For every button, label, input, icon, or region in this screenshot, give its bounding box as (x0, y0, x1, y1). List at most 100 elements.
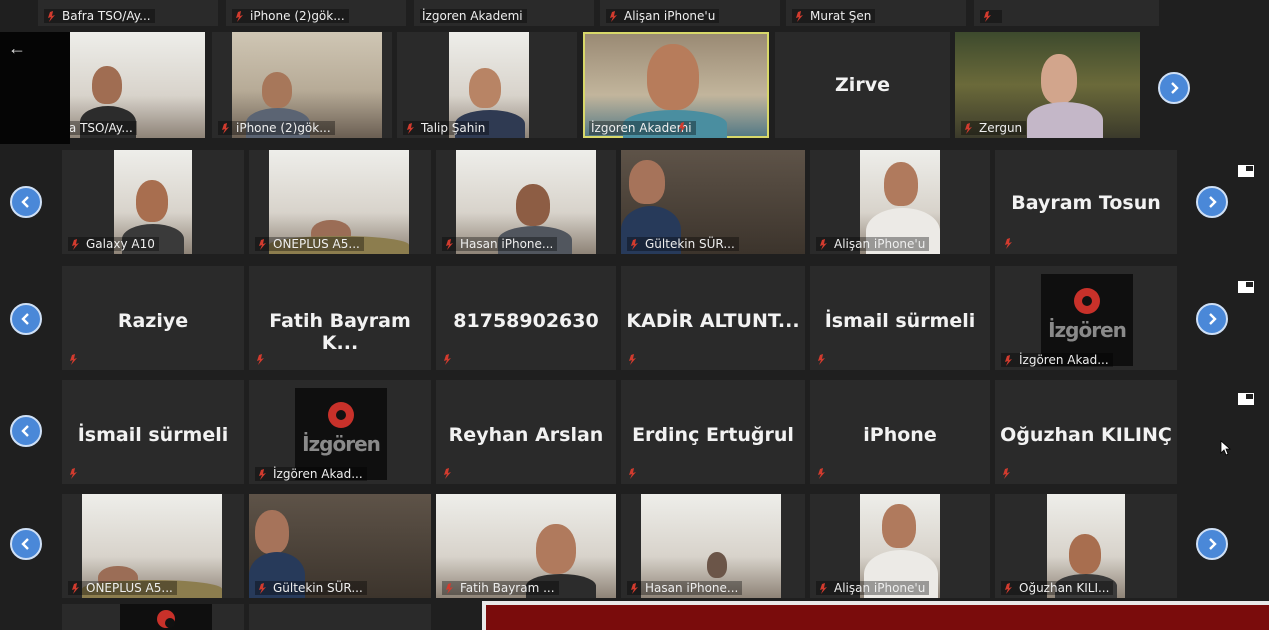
participant-label: Fatih Bayram ... (442, 581, 559, 595)
participant-face (882, 504, 916, 548)
video-tile[interactable]: ONEPLUS A5... (249, 150, 431, 254)
participant-name: 81758902630 (453, 310, 599, 332)
chevron-right-icon (1209, 538, 1217, 550)
muted-mic-icon (627, 353, 639, 366)
top-strip: Bafra TSO/Ay... iPhone (2)gök... İzgoren… (0, 0, 1269, 28)
participant-name: iPhone (863, 424, 937, 446)
participant-face (262, 72, 292, 108)
participant-label (980, 10, 1002, 23)
film-reel-icon (157, 610, 175, 628)
next-page-button[interactable] (1196, 303, 1228, 335)
muted-mic-icon (982, 10, 994, 23)
video-tile[interactable]: Hasan iPhone... (436, 150, 616, 254)
chevron-left-icon (21, 425, 29, 437)
participant-name: Bayram Tosun (1011, 192, 1161, 214)
prev-page-button[interactable] (10, 528, 42, 560)
video-tile[interactable]: ONEPLUS A5... (62, 494, 244, 598)
video-tile[interactable]: İsmail sürmeli (62, 380, 244, 484)
muted-mic-icon (1003, 354, 1015, 367)
video-tile[interactable] (974, 0, 1159, 26)
video-tile[interactable]: Bayram Tosun (995, 150, 1177, 254)
participant-name: İsmail sürmeli (824, 310, 976, 332)
muted-mic-icon (220, 122, 232, 135)
prev-page-button[interactable] (10, 303, 42, 335)
video-tile[interactable]: Zirve (775, 32, 950, 138)
video-tile[interactable]: Alişan iPhone'u (810, 494, 990, 598)
gallery-view-icon[interactable] (1237, 280, 1255, 294)
video-tile[interactable] (62, 604, 244, 630)
participant-label: Bafra TSO/Ay... (44, 9, 155, 23)
chevron-right-icon (1171, 82, 1179, 94)
muted-mic-icon (444, 582, 456, 595)
muted-mic-icon (257, 238, 269, 251)
video-tile[interactable]: İzgoren Akademi (414, 0, 594, 26)
video-tile[interactable]: 81758902630 (436, 266, 616, 370)
video-tile[interactable]: Fatih Bayram ... (436, 494, 616, 598)
chevron-left-icon (21, 313, 29, 325)
video-tile[interactable]: İzgören İzgören Akad... (995, 266, 1177, 370)
video-tile[interactable]: Oğuzhan KILI... (995, 494, 1177, 598)
muted-mic-icon (234, 10, 246, 23)
participant-label: Hasan iPhone... (627, 581, 743, 595)
video-tile[interactable]: Raziye (62, 266, 244, 370)
muted-mic-icon (816, 353, 828, 366)
participant-face (629, 160, 665, 204)
participant-label: ONEPLUS A5... (68, 581, 177, 595)
prev-page-button[interactable] (10, 186, 42, 218)
muted-mic-icon (677, 121, 689, 134)
back-arrow-icon[interactable]: ← (8, 38, 26, 59)
participant-label: İzgoren Akademi (420, 9, 527, 23)
video-tile[interactable]: Talip Şahin (397, 32, 577, 138)
next-page-button[interactable] (1196, 186, 1228, 218)
next-page-button[interactable] (1158, 72, 1190, 104)
mouse-cursor-icon (1220, 440, 1232, 456)
participant-face (92, 66, 122, 104)
video-tile[interactable]: Zergun (955, 32, 1140, 138)
participant-label: Hasan iPhone... (442, 237, 558, 251)
muted-mic-icon (629, 582, 641, 595)
chevron-right-icon (1209, 196, 1217, 208)
video-tile[interactable]: iPhone (810, 380, 990, 484)
muted-mic-icon (816, 467, 828, 480)
next-page-button[interactable] (1196, 528, 1228, 560)
video-tile[interactable]: Oğuzhan KILINÇ (995, 380, 1177, 484)
chevron-left-icon (21, 538, 29, 550)
video-tile[interactable]: Fatih Bayram K... (249, 266, 431, 370)
video-tile[interactable]: Erdinç Ertuğrul (621, 380, 805, 484)
participant-name: Erdinç Ertuğrul (632, 424, 794, 446)
participant-face (516, 184, 550, 226)
muted-mic-icon (627, 467, 639, 480)
gallery-view-icon[interactable] (1237, 392, 1255, 406)
video-tile[interactable]: Gültekin SÜR... (249, 494, 431, 598)
video-tile[interactable]: Gültekin SÜR... (621, 150, 805, 254)
video-tile[interactable]: Reyhan Arslan (436, 380, 616, 484)
video-tile-active-speaker[interactable]: İzgoren Akademi (583, 32, 769, 138)
participant-label: Talip Şahin (403, 121, 490, 135)
video-tile[interactable]: Galaxy A10 (62, 150, 244, 254)
participant-label: Alişan iPhone'u (606, 9, 720, 23)
participant-name: Fatih Bayram K... (269, 310, 411, 354)
participant-name: Zirve (835, 74, 890, 96)
video-tile[interactable]: Alişan iPhone'u (600, 0, 780, 26)
participant-label: İzgören Akad... (1001, 353, 1113, 367)
muted-mic-icon (442, 353, 454, 366)
video-tile[interactable]: Bafra TSO/Ay... (38, 0, 218, 26)
participant-name: Oğuzhan KILINÇ (1000, 424, 1172, 446)
participant-face (255, 510, 289, 554)
gallery-view-icon[interactable] (1237, 164, 1255, 178)
participant-label: iPhone (2)gök... (218, 121, 335, 135)
video-tile[interactable]: İsmail sürmeli (810, 266, 990, 370)
video-tile[interactable]: iPhone (2)gök... (226, 0, 406, 26)
prev-page-button[interactable] (10, 415, 42, 447)
video-tile[interactable]: iPhone (2)gök... (212, 32, 392, 138)
participant-label: Gültekin SÜR... (255, 581, 367, 595)
video-tile[interactable]: İzgören İzgören Akad... (249, 380, 431, 484)
muted-mic-icon (70, 582, 82, 595)
video-tile[interactable] (249, 604, 431, 630)
video-tile[interactable]: Hasan iPhone... (621, 494, 805, 598)
video-tile[interactable]: Murat Şen (786, 0, 966, 26)
muted-mic-icon (442, 467, 454, 480)
video-tile[interactable]: KADİR ALTUNT... (621, 266, 805, 370)
muted-mic-icon (405, 122, 417, 135)
video-tile[interactable]: Alişan iPhone'u (810, 150, 990, 254)
